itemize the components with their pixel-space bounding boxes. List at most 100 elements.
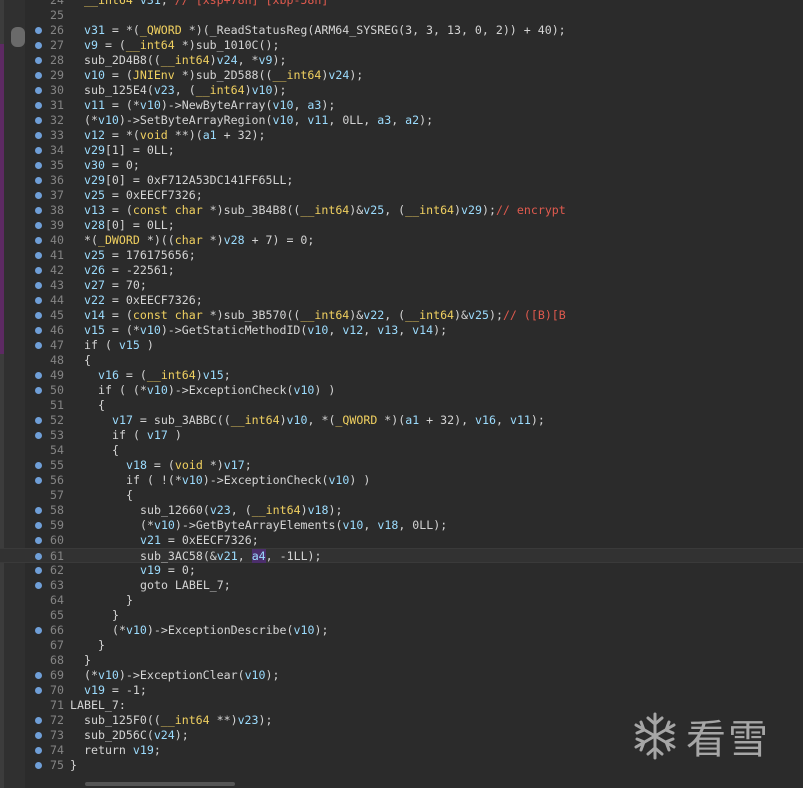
code-token: ); [265,668,280,682]
code-line[interactable]: 63 goto LABEL_7; [0,578,803,593]
code-line[interactable]: 29 v10 = (JNIEnv *)sub_2D588((__int64)v24… [0,68,803,83]
code-line[interactable]: 45 v14 = (const char *)sub_3B570((__int64… [0,308,803,323]
code-line[interactable]: 28 sub_2D4B8((__int64)v24, *v9); [0,53,803,68]
code-line[interactable]: 39 v28[0] = 0LL; [0,218,803,233]
breakpoint-dot-icon[interactable] [35,672,42,679]
breakpoint-dot-icon[interactable] [35,627,42,634]
breakpoint-dot-icon[interactable] [35,57,42,64]
code-line[interactable]: 37 v25 = 0xEECF7326; [0,188,803,203]
code-text: v22 = 0xEECF7326; [84,293,203,308]
code-line[interactable]: 55 v18 = (void *)v17; [0,458,803,473]
code-line[interactable]: 32 (*v10)->SetByteArrayRegion(v10, v11, 0… [0,113,803,128]
code-text: v11 = (*v10)->NewByteArray(v10, a3); [84,98,335,113]
code-token: v10 [97,668,119,682]
code-line[interactable]: 25 [0,8,803,23]
code-line[interactable]: 68} [0,653,803,668]
breakpoint-dot-icon[interactable] [35,252,42,259]
code-line[interactable]: 35 v30 = 0; [0,158,803,173]
code-token: , [363,518,378,532]
code-line[interactable]: 61 sub_3AC58(&v21, a4, -1LL); [0,548,803,563]
code-line[interactable]: 53 if ( v17 ) [0,428,803,443]
code-line[interactable]: 57 { [0,488,803,503]
breakpoint-dot-icon[interactable] [35,42,42,49]
code-line[interactable]: 31 v11 = (*v10)->NewByteArray(v10, a3); [0,98,803,113]
breakpoint-dot-icon[interactable] [35,582,42,589]
breakpoint-dot-icon[interactable] [35,717,42,724]
code-line[interactable]: 54 { [0,443,803,458]
code-line[interactable]: 30 sub_125E4(v23, (__int64)v10); [0,83,803,98]
breakpoint-dot-icon[interactable] [35,537,42,544]
code-line[interactable]: 46 v15 = (*v10)->GetStaticMethodID(v10, v… [0,323,803,338]
breakpoint-dot-icon[interactable] [35,297,42,304]
code-line[interactable]: 27 v9 = (__int64 *)sub_1010C(); [0,38,803,53]
breakpoint-dot-icon[interactable] [35,387,42,394]
breakpoint-dot-icon[interactable] [35,267,42,274]
code-line[interactable]: 38 v13 = (const char *)sub_3B4B8((__int64… [0,203,803,218]
code-line[interactable]: 70 v19 = -1; [0,683,803,698]
code-line[interactable]: 42 v26 = -22561; [0,263,803,278]
code-line[interactable]: 26 v31 = *(_QWORD *)(_ReadStatusReg(ARM64… [0,23,803,38]
breakpoint-dot-icon[interactable] [35,687,42,694]
breakpoint-dot-icon[interactable] [35,177,42,184]
code-line[interactable]: 33 v12 = *(void **)(a1 + 32); [0,128,803,143]
code-line[interactable]: 44 v22 = 0xEECF7326; [0,293,803,308]
breakpoint-dot-icon[interactable] [35,147,42,154]
code-text: v9 = (__int64 *)sub_1010C(); [84,38,279,53]
breakpoint-dot-icon[interactable] [35,553,42,560]
code-line[interactable]: 60 v21 = 0xEECF7326; [0,533,803,548]
code-token: *)sub_2D588(( [174,68,273,82]
breakpoint-dot-icon[interactable] [35,282,42,289]
code-line[interactable]: 67} [0,638,803,653]
code-line[interactable]: 58 sub_12660(v23, (__int64)v18); [0,503,803,518]
breakpoint-dot-icon[interactable] [35,462,42,469]
code-line[interactable]: 59 (*v10)->GetByteArrayElements(v10, v18,… [0,518,803,533]
breakpoint-dot-icon[interactable] [35,27,42,34]
code-line[interactable]: 49 v16 = (__int64)v15; [0,368,803,383]
code-line[interactable]: 62 v19 = 0; [0,563,803,578]
breakpoint-dot-icon[interactable] [35,477,42,484]
code-line[interactable]: 41 v25 = 176175656; [0,248,803,263]
breakpoint-dot-icon[interactable] [35,417,42,424]
code-token: const char [132,203,203,217]
code-line[interactable]: 66 (*v10)->ExceptionDescribe(v10); [0,623,803,638]
breakpoint-dot-icon[interactable] [35,762,42,769]
code-line[interactable]: 34 v29[1] = 0LL; [0,143,803,158]
code-line[interactable]: 40 *(_DWORD *)((char *)v28 + 7) = 0; [0,233,803,248]
breakpoint-dot-icon[interactable] [35,222,42,229]
breakpoint-dot-icon[interactable] [35,87,42,94]
breakpoint-dot-icon[interactable] [35,327,42,334]
breakpoint-dot-icon[interactable] [35,372,42,379]
line-number: 71 [50,698,64,712]
code-line[interactable]: 48 { [0,353,803,368]
code-line[interactable]: 51 { [0,398,803,413]
breakpoint-dot-icon[interactable] [35,747,42,754]
breakpoint-dot-icon[interactable] [35,102,42,109]
code-line[interactable]: 47 if ( v15 ) [0,338,803,353]
breakpoint-dot-icon[interactable] [35,432,42,439]
code-line[interactable]: 65} [0,608,803,623]
code-line[interactable]: 43 v27 = 70; [0,278,803,293]
breakpoint-dot-icon[interactable] [35,207,42,214]
code-line[interactable]: 64} [0,593,803,608]
breakpoint-dot-icon[interactable] [35,72,42,79]
breakpoint-dot-icon[interactable] [35,567,42,574]
breakpoint-dot-icon[interactable] [35,522,42,529]
breakpoint-dot-icon[interactable] [35,507,42,514]
breakpoint-dot-icon[interactable] [35,342,42,349]
breakpoint-dot-icon[interactable] [35,192,42,199]
breakpoint-dot-icon[interactable] [35,312,42,319]
horizontal-scrollbar-thumb[interactable] [85,782,235,786]
code-line[interactable]: 24 __int64 v31; // [xsp+78h] [xbp-58h] [0,0,803,8]
code-line[interactable]: 50 if ( (*v10)->ExceptionCheck(v10) ) [0,383,803,398]
breakpoint-dot-icon[interactable] [35,732,42,739]
code-line[interactable]: 56 if ( !(*v10)->ExceptionCheck(v10) ) [0,473,803,488]
horizontal-scrollbar[interactable] [25,780,803,788]
breakpoint-dot-icon[interactable] [35,117,42,124]
code-line[interactable]: 36 v29[0] = 0xF712A53DC141FF65LL; [0,173,803,188]
code-line[interactable]: 69 (*v10)->ExceptionClear(v10); [0,668,803,683]
breakpoint-dot-icon[interactable] [35,237,42,244]
breakpoint-dot-icon[interactable] [35,162,42,169]
breakpoint-dot-icon[interactable] [35,132,42,139]
code-editor[interactable]: 24 __int64 v31; // [xsp+78h] [xbp-58h] 25 2… [0,0,803,773]
code-line[interactable]: 52 v17 = sub_3ABBC((__int64)v10, *(_QWORD… [0,413,803,428]
